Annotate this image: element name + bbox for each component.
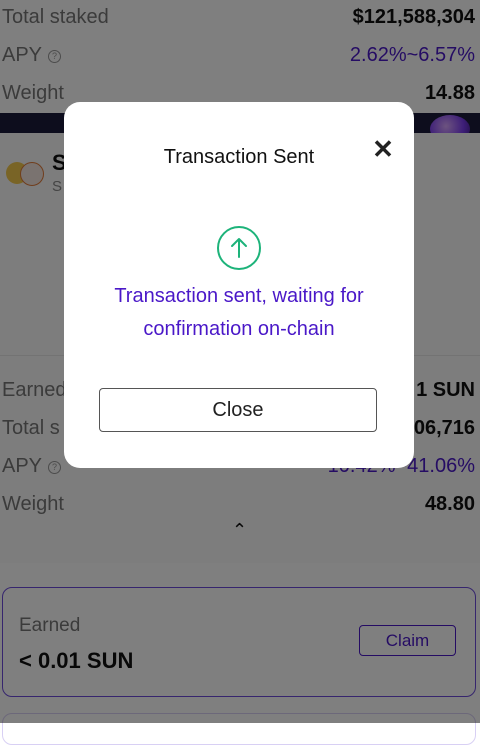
status-message: Transaction sent, waiting for confirmati…	[114, 285, 364, 340]
arrow-up-circle-icon	[217, 226, 261, 270]
close-icon[interactable]: ✕	[368, 136, 398, 162]
transaction-modal: Transaction Sent ✕ Transaction sent, wai…	[64, 102, 414, 468]
staking-page: Total staked $121,588,304 APY? 2.62%~6.5…	[0, 0, 480, 745]
close-button[interactable]: Close	[99, 388, 377, 432]
modal-title: Transaction Sent	[163, 146, 315, 168]
